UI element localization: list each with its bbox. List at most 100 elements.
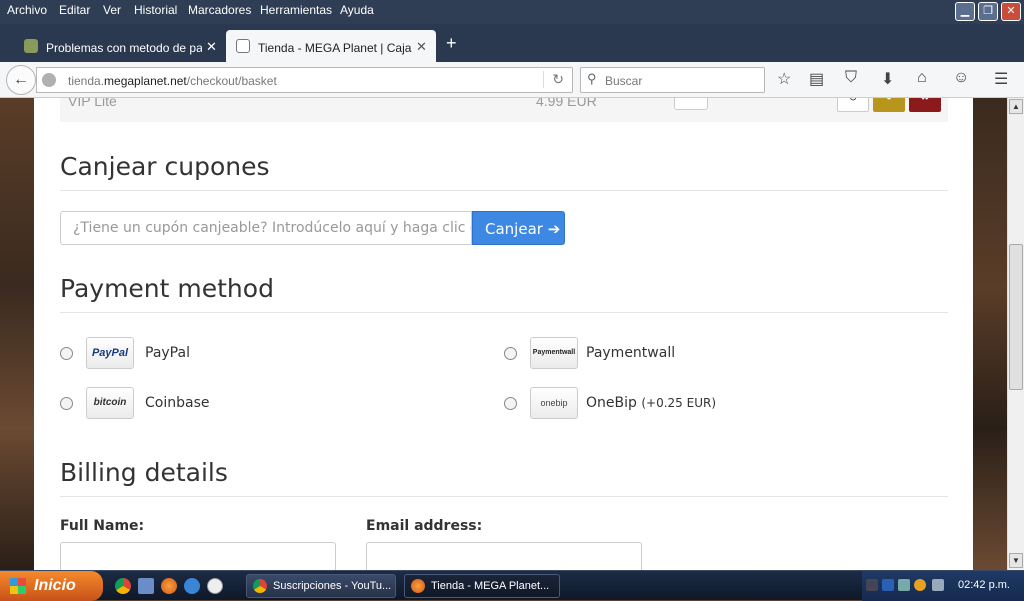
volume-icon[interactable] [932,579,944,591]
menu-ver[interactable]: Ver [103,3,121,17]
network-icon[interactable] [898,579,910,591]
menu-bar: Archivo Editar Ver Historial Marcadores … [0,0,1024,24]
update-icon[interactable] [914,579,926,591]
clock: 02:42 p.m. [958,579,1010,591]
billing-title: Billing details [60,458,228,487]
tab-label: Tienda - MEGA Planet | Caja [258,41,412,55]
url-bar[interactable]: tienda.megaplanet.net/checkout/basket ↻ [36,67,573,93]
divider [60,190,948,191]
close-window-icon[interactable]: ✕ [1001,2,1021,21]
coinbase-radio[interactable] [60,397,73,410]
start-label: Inicio [34,577,76,594]
onebip-label: OneBip (+0.25 EUR) [586,395,716,411]
divider [60,312,948,313]
hello-icon[interactable]: ☺ [953,69,969,87]
info-icon[interactable]: ● [873,98,905,112]
onebip-radio[interactable] [504,397,517,410]
quantity-field[interactable]: + [674,98,708,110]
scroll-down-icon[interactable]: ▼ [1009,553,1023,568]
task-label: Suscripciones - YouTu... [273,580,392,592]
restore-icon[interactable]: ❐ [978,2,998,21]
menu-herramientas[interactable]: Herramientas [260,3,332,17]
task-youtube[interactable]: Suscripciones - YouTu... [246,574,396,598]
url-text: tienda.megaplanet.net/checkout/basket [68,74,277,88]
payment-option-paymentwall[interactable]: Paymentwall Paymentwall [504,337,904,371]
back-button[interactable]: ← [6,65,36,95]
search-icon: ⚲ [587,71,597,86]
forum-favicon-icon [24,39,38,53]
bluetooth-icon[interactable] [882,579,894,591]
new-tab-icon[interactable]: + [446,33,457,54]
paymentwall-radio[interactable] [504,347,517,360]
paymentwall-logo-icon: Paymentwall [530,337,578,369]
search-field[interactable]: ⚲ Buscar [580,67,765,93]
navigation-bar: tienda.megaplanet.net/checkout/basket ↻ … [0,62,1024,98]
pocket-icon[interactable]: ⛉ [845,69,857,87]
firefox-icon [411,579,425,593]
start-button[interactable]: Inicio [0,571,103,601]
full-name-field[interactable] [60,542,336,570]
close-tab-icon[interactable]: ✕ [416,39,427,55]
search-placeholder: Buscar [605,74,643,88]
explorer-icon[interactable] [138,578,154,594]
page-background [973,98,1007,570]
tray-expand-icon[interactable] [866,579,878,591]
menu-ayuda[interactable]: Ayuda [340,3,374,17]
download-icon[interactable]: ⬇ [881,69,894,89]
payment-option-paypal[interactable]: PayPal PayPal [60,337,460,371]
menu-archivo[interactable]: Archivo [7,3,47,17]
paymentwall-label: Paymentwall [586,345,676,361]
windows-logo-icon [10,578,26,594]
redeem-coupon-button[interactable]: Canjear ➔ [472,211,565,245]
windows-taskbar: Inicio Suscripciones - YouTu... Tienda -… [0,570,1024,601]
page-background [0,98,34,570]
tab-bar: Problemas con metodo de pag… ✕ Tienda - … [0,24,1024,62]
internet-explorer-icon[interactable] [184,578,200,594]
bookmark-star-icon[interactable]: ☆ [777,69,791,89]
paypal-logo-icon: PayPal [86,337,134,369]
tab-tienda[interactable]: Tienda - MEGA Planet | Caja ✕ [226,30,436,62]
scroll-thumb[interactable] [1009,244,1023,390]
payment-method-title: Payment method [60,274,274,303]
coupon-input[interactable]: ¿Tiene un cupón canjeable? Introdúcelo a… [60,211,472,245]
full-name-label: Full Name: [60,518,145,534]
task-label: Tienda - MEGA Planet... [431,580,550,592]
globe-icon [42,73,56,87]
reload-icon[interactable]: ↻ [543,71,564,88]
reading-list-icon[interactable]: ▤ [809,69,824,89]
bitcoin-logo-icon: bitcoin [86,387,134,419]
chrome-icon[interactable] [115,578,131,594]
coupons-title: Canjear cupones [60,152,270,181]
close-tab-icon[interactable]: ✕ [206,39,217,55]
checkout-page: VIP Lite 4.99 EUR + ↻ ● ✖ Canjear cupone… [34,98,973,570]
onebip-logo-icon: onebip [530,387,578,419]
menu-historial[interactable]: Historial [134,3,177,17]
menu-editar[interactable]: Editar [59,3,90,17]
email-field[interactable] [366,542,642,570]
paypal-radio[interactable] [60,347,73,360]
basket-row: VIP Lite 4.99 EUR + ↻ ● ✖ [60,98,948,122]
media-player-icon[interactable] [207,578,223,594]
basket-item-name: VIP Lite [68,98,117,109]
menu-marcadores[interactable]: Marcadores [188,3,251,17]
tab-problemas[interactable]: Problemas con metodo de pag… ✕ [14,30,224,62]
task-tienda[interactable]: Tienda - MEGA Planet... [404,574,560,598]
scroll-up-icon[interactable]: ▲ [1009,99,1023,114]
chrome-icon [253,579,267,593]
home-icon[interactable]: ⌂ [917,69,927,87]
onebip-fee: (+0.25 EUR) [641,396,716,410]
firefox-icon[interactable] [161,578,177,594]
hamburger-menu-icon[interactable]: ☰ [994,69,1008,89]
minimize-icon[interactable]: ▁ [955,2,975,21]
payment-option-coinbase[interactable]: bitcoin Coinbase [60,387,460,421]
remove-icon[interactable]: ✖ [909,98,941,112]
payment-option-onebip[interactable]: onebip OneBip (+0.25 EUR) [504,387,904,421]
email-label: Email address: [366,518,483,534]
coinbase-label: Coinbase [145,395,210,411]
divider [60,496,948,497]
page-favicon-icon [236,39,250,53]
basket-item-price: 4.99 EUR [536,98,597,109]
refresh-icon[interactable]: ↻ [837,98,869,112]
paypal-label: PayPal [145,345,190,361]
page-scrollbar[interactable]: ▲ ▼ [1007,98,1024,570]
